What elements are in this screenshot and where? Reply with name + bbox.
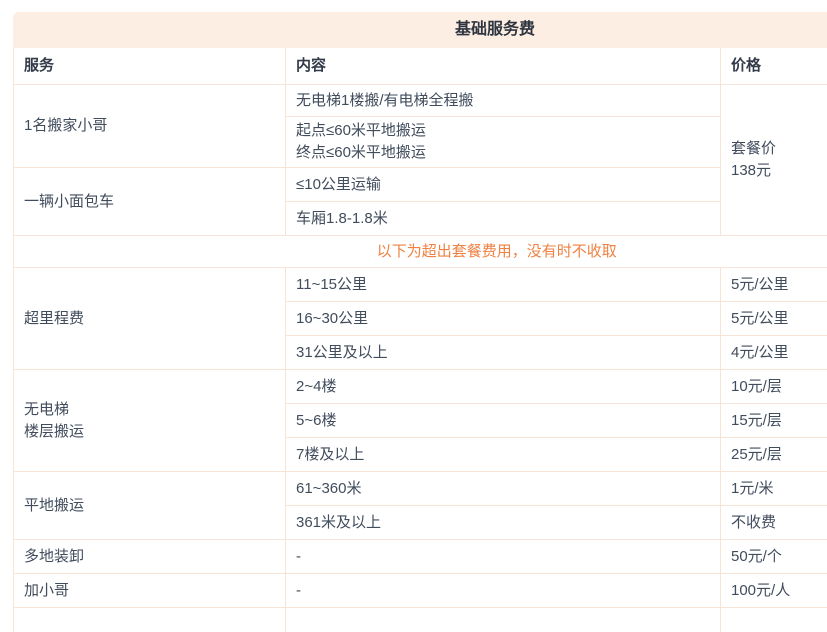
content-cell: 5~6楼 <box>286 404 721 438</box>
surcharge-notice: 以下为超出套餐费用，没有时不收取 <box>14 236 827 268</box>
service-cell: 无电梯 楼层搬运 <box>14 370 286 472</box>
price-cell: 10元/层 <box>721 370 827 404</box>
table-row: 多地装卸 - 50元/个 <box>14 540 827 574</box>
content-cell: 61~360米 <box>286 472 721 506</box>
price-cell: 1元/米 <box>721 472 827 506</box>
service-cell <box>14 608 286 632</box>
fees-table: 服务 内容 价格 1名搬家小哥 无电梯1楼搬/有电梯全程搬 套餐价 138元 起… <box>13 48 827 632</box>
fees-panel: 基础服务费 服务 内容 价格 1名搬家小哥 无电梯1楼搬/有电梯全程搬 套餐价 … <box>13 12 827 632</box>
content-cell: 16~30公里 <box>286 302 721 336</box>
notice-row: 以下为超出套餐费用，没有时不收取 <box>14 236 827 268</box>
table-row: 加小哥 - 100元/人 <box>14 574 827 608</box>
col-header-price: 价格 <box>721 48 827 85</box>
price-cell: 不收费 <box>721 506 827 540</box>
price-cell: 15元/层 <box>721 404 827 438</box>
service-cell: 1名搬家小哥 <box>14 85 286 168</box>
content-cell: 2~4楼 <box>286 370 721 404</box>
service-cell: 超里程费 <box>14 268 286 370</box>
content-cell: 11~15公里 <box>286 268 721 302</box>
content-cell: 车厢1.8-1.8米 <box>286 202 721 236</box>
content-cell: ≤10公里运输 <box>286 168 721 202</box>
price-cell: 5元/公里 <box>721 302 827 336</box>
content-cell: - <box>286 574 721 608</box>
content-cell: 31公里及以上 <box>286 336 721 370</box>
panel-title: 基础服务费 <box>13 12 827 48</box>
service-cell: 加小哥 <box>14 574 286 608</box>
price-cell: 5元/公里 <box>721 268 827 302</box>
price-cell <box>721 608 827 632</box>
content-cell <box>286 608 721 632</box>
col-header-service: 服务 <box>14 48 286 85</box>
col-header-content: 内容 <box>286 48 721 85</box>
table-row: 一辆小面包车 ≤10公里运输 <box>14 168 827 202</box>
price-cell: 4元/公里 <box>721 336 827 370</box>
table-row: 超里程费 11~15公里 5元/公里 <box>14 268 827 302</box>
content-cell: 起点≤60米平地搬运 终点≤60米平地搬运 <box>286 117 721 168</box>
service-cell: 一辆小面包车 <box>14 168 286 236</box>
content-cell: 无电梯1楼搬/有电梯全程搬 <box>286 85 721 117</box>
header-row: 服务 内容 价格 <box>14 48 827 85</box>
content-cell: 7楼及以上 <box>286 438 721 472</box>
service-cell: 多地装卸 <box>14 540 286 574</box>
table-row: 1名搬家小哥 无电梯1楼搬/有电梯全程搬 套餐价 138元 <box>14 85 827 117</box>
content-cell: 361米及以上 <box>286 506 721 540</box>
price-cell: 25元/层 <box>721 438 827 472</box>
table-row: 无电梯 楼层搬运 2~4楼 10元/层 <box>14 370 827 404</box>
partial-row <box>14 608 827 632</box>
service-cell: 平地搬运 <box>14 472 286 540</box>
content-cell: - <box>286 540 721 574</box>
price-cell: 50元/个 <box>721 540 827 574</box>
package-price-cell: 套餐价 138元 <box>721 85 827 236</box>
price-cell: 100元/人 <box>721 574 827 608</box>
table-row: 平地搬运 61~360米 1元/米 <box>14 472 827 506</box>
